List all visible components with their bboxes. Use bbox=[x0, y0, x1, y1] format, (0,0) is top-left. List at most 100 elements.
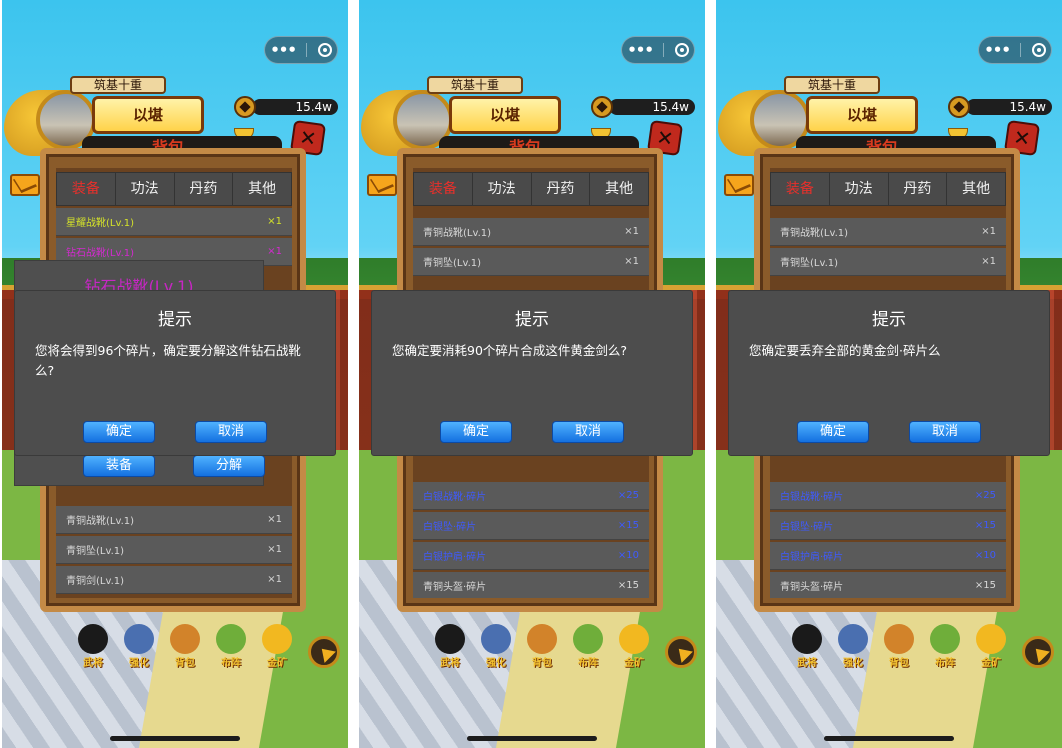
nav-warrior[interactable]: 武将 bbox=[72, 624, 114, 672]
list-item[interactable]: 青铜战靴(Lv.1) ×1 bbox=[56, 506, 292, 534]
hammer-icon bbox=[481, 624, 511, 654]
close-circle-icon[interactable] bbox=[317, 43, 332, 57]
bottom-nav: 武将 强化 背包 布阵 金矿 bbox=[72, 624, 342, 674]
tab-skills[interactable]: 功法 bbox=[473, 173, 532, 205]
nav-enhance[interactable]: 强化 bbox=[118, 624, 160, 672]
nav-gold-mine[interactable]: 金矿 bbox=[256, 624, 298, 672]
tab-other[interactable]: 其他 bbox=[233, 173, 291, 205]
list-item[interactable]: 青铜头盔·碎片 ×15 bbox=[770, 572, 1006, 598]
rank-label: 筑基十重 bbox=[427, 76, 523, 94]
equip-button[interactable]: 装备 bbox=[83, 455, 155, 477]
expand-arrow-icon[interactable] bbox=[308, 636, 340, 668]
more-icon[interactable]: ••• bbox=[984, 41, 1011, 59]
dialog-title: 提示 bbox=[872, 310, 906, 330]
cancel-button[interactable]: 取消 bbox=[552, 421, 624, 443]
nav-label: 背包 bbox=[532, 658, 552, 669]
mail-icon[interactable] bbox=[367, 174, 397, 196]
list-item[interactable]: 星耀战靴(Lv.1) ×1 bbox=[56, 208, 292, 236]
tab-pills[interactable]: 丹药 bbox=[532, 173, 591, 205]
nav-label: 背包 bbox=[175, 658, 195, 669]
rank-label: 筑基十重 bbox=[784, 76, 880, 94]
list-item[interactable]: 青铜坠(Lv.1) ×1 bbox=[413, 248, 649, 276]
tab-equipment[interactable]: 装备 bbox=[771, 173, 830, 205]
nav-gold-mine[interactable]: 金矿 bbox=[613, 624, 655, 672]
bag-icon bbox=[170, 624, 200, 654]
nav-enhance[interactable]: 强化 bbox=[475, 624, 517, 672]
tab-equipment[interactable]: 装备 bbox=[57, 173, 116, 205]
tab-other[interactable]: 其他 bbox=[590, 173, 648, 205]
tab-skills[interactable]: 功法 bbox=[830, 173, 889, 205]
nav-backpack[interactable]: 背包 bbox=[164, 624, 206, 672]
list-item[interactable]: 白银战靴·碎片 ×25 bbox=[413, 482, 649, 510]
tab-bar: 装备 功法 丹药 其他 bbox=[56, 172, 292, 206]
item-list-top: 星耀战靴(Lv.1) ×1 钻石战靴(Lv.1) ×1 bbox=[56, 208, 292, 268]
item-qty: ×1 bbox=[624, 256, 639, 267]
player-header: 筑基十重 以堪 15.4w 背包 ✕ bbox=[2, 70, 348, 160]
expand-arrow-icon[interactable] bbox=[1022, 636, 1054, 668]
expand-arrow-icon[interactable] bbox=[665, 636, 697, 668]
nav-backpack[interactable]: 背包 bbox=[521, 624, 563, 672]
tab-pills[interactable]: 丹药 bbox=[175, 173, 234, 205]
tab-bar: 装备 功法 丹药 其他 bbox=[413, 172, 649, 206]
dialog-title: 提示 bbox=[515, 310, 549, 330]
item-qty: ×1 bbox=[267, 246, 282, 257]
list-item[interactable]: 青铜剑(Lv.1) ×1 bbox=[56, 566, 292, 594]
more-icon[interactable]: ••• bbox=[627, 41, 654, 59]
list-item[interactable]: 青铜战靴(Lv.1) ×1 bbox=[770, 218, 1006, 246]
nav-label: 强化 bbox=[486, 658, 506, 669]
item-name: 白银战靴·碎片 bbox=[780, 492, 844, 503]
warrior-icon bbox=[435, 624, 465, 654]
nav-formation[interactable]: 布阵 bbox=[924, 624, 966, 672]
item-name: 青铜坠(Lv.1) bbox=[66, 546, 125, 557]
nav-label: 强化 bbox=[129, 658, 149, 669]
coin-icon bbox=[591, 96, 613, 118]
list-item[interactable]: 白银坠·碎片 ×15 bbox=[413, 512, 649, 540]
item-name: 星耀战靴(Lv.1) bbox=[66, 218, 135, 229]
list-item[interactable]: 青铜坠(Lv.1) ×1 bbox=[770, 248, 1006, 276]
nav-label: 武将 bbox=[83, 658, 103, 669]
cancel-button[interactable]: 取消 bbox=[195, 421, 267, 443]
tab-equipment[interactable]: 装备 bbox=[414, 173, 473, 205]
nav-gold-mine[interactable]: 金矿 bbox=[970, 624, 1012, 672]
list-item[interactable]: 青铜战靴(Lv.1) ×1 bbox=[413, 218, 649, 246]
item-list-top: 青铜战靴(Lv.1) ×1 青铜坠(Lv.1) ×1 bbox=[413, 218, 649, 278]
confirm-button[interactable]: 确定 bbox=[83, 421, 155, 443]
list-item[interactable]: 白银坠·碎片 ×15 bbox=[770, 512, 1006, 540]
player-header: 筑基十重 以堪 15.4w 背包 ✕ bbox=[359, 70, 705, 160]
nav-label: 武将 bbox=[440, 658, 460, 669]
confirm-button[interactable]: 确定 bbox=[440, 421, 512, 443]
tab-skills[interactable]: 功法 bbox=[116, 173, 175, 205]
item-qty: ×1 bbox=[267, 574, 282, 585]
item-name: 白银护肩·碎片 bbox=[780, 552, 844, 563]
tab-pills[interactable]: 丹药 bbox=[889, 173, 948, 205]
list-item[interactable]: 白银护肩·碎片 ×10 bbox=[413, 542, 649, 570]
tab-other[interactable]: 其他 bbox=[947, 173, 1005, 205]
item-qty: ×15 bbox=[617, 520, 639, 531]
close-circle-icon[interactable] bbox=[1031, 43, 1046, 57]
cancel-button[interactable]: 取消 bbox=[909, 421, 981, 443]
nav-warrior[interactable]: 武将 bbox=[429, 624, 471, 672]
list-item[interactable]: 青铜坠(Lv.1) ×1 bbox=[56, 536, 292, 564]
nav-formation[interactable]: 布阵 bbox=[567, 624, 609, 672]
mail-icon[interactable] bbox=[724, 174, 754, 196]
mini-program-capsule: ••• bbox=[621, 36, 695, 64]
nav-backpack[interactable]: 背包 bbox=[878, 624, 920, 672]
item-qty: ×1 bbox=[267, 514, 282, 525]
list-item[interactable]: 白银护肩·碎片 ×10 bbox=[770, 542, 1006, 570]
list-item[interactable]: 青铜头盔·碎片 ×15 bbox=[413, 572, 649, 598]
confirm-button[interactable]: 确定 bbox=[797, 421, 869, 443]
player-name: 以堪 bbox=[806, 96, 918, 134]
dialog-message: 您确定要消耗90个碎片合成这件黄金剑么? bbox=[392, 343, 628, 358]
nav-formation[interactable]: 布阵 bbox=[210, 624, 252, 672]
list-item[interactable]: 白银战靴·碎片 ×25 bbox=[770, 482, 1006, 510]
hammer-icon bbox=[124, 624, 154, 654]
decompose-button[interactable]: 分解 bbox=[193, 455, 265, 477]
nav-enhance[interactable]: 强化 bbox=[832, 624, 874, 672]
nav-label: 布阵 bbox=[935, 658, 955, 669]
mail-icon[interactable] bbox=[10, 174, 40, 196]
nav-warrior[interactable]: 武将 bbox=[786, 624, 828, 672]
confirm-dialog: 提示 您确定要丢弃全部的黄金剑·碎片么 确定 取消 bbox=[728, 290, 1050, 456]
close-circle-icon[interactable] bbox=[674, 43, 689, 57]
gold-value: 15.4w bbox=[295, 100, 332, 114]
more-icon[interactable]: ••• bbox=[270, 41, 297, 59]
